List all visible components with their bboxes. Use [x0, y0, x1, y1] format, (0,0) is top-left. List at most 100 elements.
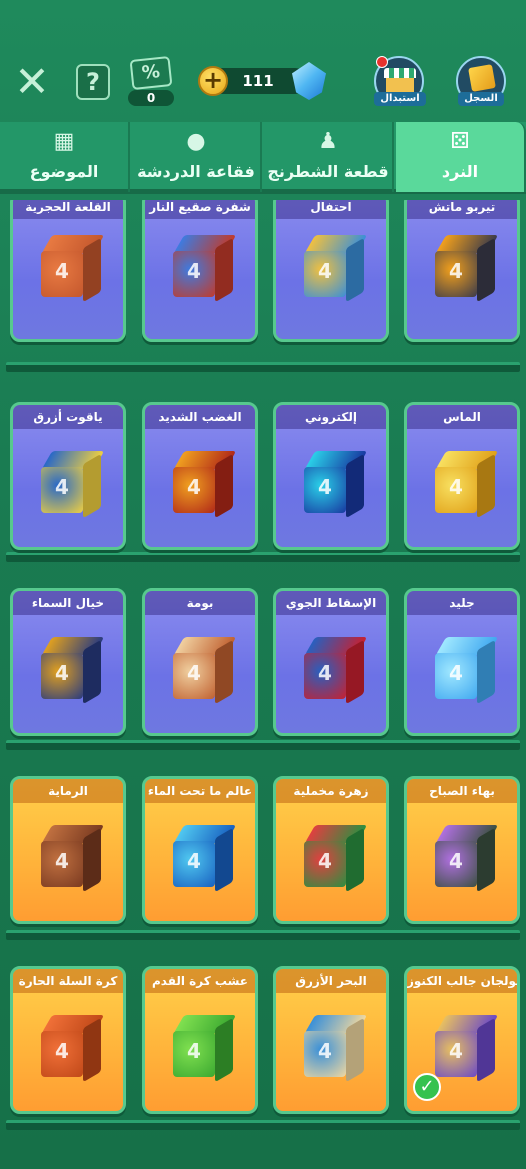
- dice-name: القلعة الحجرية: [13, 200, 123, 219]
- die-face-number: 4: [55, 849, 69, 873]
- tab-chess-piece[interactable]: ♟ قطعة الشطرنج: [264, 122, 394, 192]
- discount-ticket-button[interactable]: % 0: [128, 55, 174, 106]
- shelf: [6, 552, 520, 562]
- pawn-icon: ♟: [318, 129, 338, 154]
- dice-card[interactable]: الرماية 4: [10, 776, 126, 924]
- history-log-button[interactable]: السجل: [456, 56, 506, 106]
- dice-cube-icon: 4: [435, 235, 499, 303]
- top-bar: ✕ ? % 0 111 + استبدال السجل: [0, 0, 526, 118]
- selected-check-icon: ✓: [413, 1073, 441, 1101]
- dice-card[interactable]: بومة 4: [142, 588, 258, 736]
- dice-cube-icon: 4: [435, 1015, 499, 1083]
- dice-name: بهاء الصباح: [407, 779, 517, 803]
- dice-cube-icon: 4: [304, 637, 368, 705]
- die-face-number: 4: [55, 1039, 69, 1063]
- dice-card[interactable]: الماس 4: [404, 402, 520, 550]
- category-tabs: ▦ الموضوع ● فقاعة الدردشة ♟ قطعة الشطرنج…: [0, 122, 526, 194]
- dice-name: احتفال: [276, 200, 386, 219]
- dice-name: بومة: [145, 591, 255, 615]
- dice-cube-icon: 4: [173, 451, 237, 519]
- close-icon[interactable]: ✕: [12, 61, 52, 103]
- die-face-number: 4: [449, 475, 463, 499]
- add-currency-button[interactable]: +: [198, 66, 228, 96]
- dice-cube-icon: 4: [41, 235, 105, 303]
- log-book-icon: [468, 64, 496, 92]
- dice-cube-icon: 4: [41, 637, 105, 705]
- dice-card[interactable]: احتفال 4: [273, 200, 389, 342]
- chat-icon: ●: [186, 129, 206, 154]
- dice-name: زهرة مخملية: [276, 779, 386, 803]
- die-face-number: 4: [55, 661, 69, 685]
- dice-name: كرة السلة الحارة: [13, 969, 123, 993]
- dice-name: الإسقاط الجوي: [276, 591, 386, 615]
- dice-grid: القلعة الحجرية 4 شفرة صقيع النار 4 احتفال 4 تي…: [0, 200, 526, 1169]
- dice-card[interactable]: إلكتروني 4: [273, 402, 389, 550]
- dice-card[interactable]: زهرة مخملية 4: [273, 776, 389, 924]
- dice-cube-icon: 4: [304, 825, 368, 893]
- die-face-number: 4: [318, 475, 332, 499]
- dice-card[interactable]: بهاء الصباح 4: [404, 776, 520, 924]
- die-face-number: 4: [187, 849, 201, 873]
- dice-card[interactable]: جليد 4: [404, 588, 520, 736]
- dice-cube-icon: 4: [41, 1015, 105, 1083]
- gem-currency: 111 +: [198, 62, 326, 100]
- tab-label: الموضوع: [29, 162, 99, 181]
- tab-chat-bubble[interactable]: ● فقاعة الدردشة: [132, 122, 262, 192]
- die-face-number: 4: [55, 475, 69, 499]
- dice-name: البحر الأزرق: [276, 969, 386, 993]
- dice-name: الغضب الشديد: [145, 405, 255, 429]
- dice-cube-icon: 4: [41, 451, 105, 519]
- die-face-number: 4: [187, 475, 201, 499]
- dice-name: الماس: [407, 405, 517, 429]
- tab-label: فقاعة الدردشة: [137, 162, 255, 181]
- dice-cube-icon: 4: [41, 825, 105, 893]
- tab-label: النرد: [441, 162, 479, 181]
- help-button[interactable]: ?: [76, 64, 110, 100]
- dice-card[interactable]: ياقوت أزرق 4: [10, 402, 126, 550]
- exchange-label: استبدال: [374, 92, 426, 106]
- dice-name: عشب كرة القدم: [145, 969, 255, 993]
- die-face-number: 4: [55, 259, 69, 283]
- shop-stall-icon: [386, 78, 414, 92]
- dice-name: إلكتروني: [276, 405, 386, 429]
- dice-card[interactable]: الإسقاط الجوي 4: [273, 588, 389, 736]
- die-face-number: 4: [449, 849, 463, 873]
- die-face-number: 4: [318, 259, 332, 283]
- tab-theme[interactable]: ▦ الموضوع: [0, 122, 130, 192]
- dice-card[interactable]: كرة السلة الحارة 4: [10, 966, 126, 1114]
- dice-card[interactable]: خيال السماء 4: [10, 588, 126, 736]
- log-label: السجل: [458, 92, 504, 106]
- exchange-shop-button[interactable]: استبدال: [374, 56, 426, 106]
- dice-cube-icon: 4: [304, 235, 368, 303]
- die-face-number: 4: [187, 661, 201, 685]
- dice-card[interactable]: شفرة صقيع النار 4: [142, 200, 258, 342]
- die-face-number: 4: [449, 1039, 463, 1063]
- dice-name: شفرة صقيع النار: [145, 200, 255, 219]
- dice-card[interactable]: عشب كرة القدم 4: [142, 966, 258, 1114]
- grid-icon: ▦: [53, 129, 75, 154]
- die-face-number: 4: [449, 259, 463, 283]
- dice-card[interactable]: تيربو ماتش 4: [404, 200, 520, 342]
- tab-dice[interactable]: ⚄ النرد: [396, 122, 526, 192]
- dice-card[interactable]: الغضب الشديد 4: [142, 402, 258, 550]
- dice-cube-icon: 4: [304, 1015, 368, 1083]
- die-face-number: 4: [187, 1039, 201, 1063]
- dice-cube-icon: 4: [435, 637, 499, 705]
- dice-name: صولجان جالب الكنوز: [407, 969, 517, 993]
- dice-cube-icon: 4: [173, 235, 237, 303]
- percent-ticket-icon: %: [129, 55, 173, 91]
- dice-name: تيربو ماتش: [407, 200, 517, 219]
- shelf: [6, 362, 520, 372]
- dice-card[interactable]: القلعة الحجرية 4: [10, 200, 126, 342]
- dice-card[interactable]: عالم ما تحت الماء 4: [142, 776, 258, 924]
- shop-awning-icon: [384, 68, 416, 78]
- notification-dot: [376, 56, 388, 68]
- dice-card[interactable]: صولجان جالب الكنوز 4 ✓: [404, 966, 520, 1114]
- die-face-number: 4: [318, 1039, 332, 1063]
- tab-label: قطعة الشطرنج: [267, 162, 389, 181]
- die-face-number: 4: [318, 661, 332, 685]
- die-face-number: 4: [318, 849, 332, 873]
- dice-card[interactable]: البحر الأزرق 4: [273, 966, 389, 1114]
- discount-count: 0: [128, 90, 174, 106]
- dice-cube-icon: 4: [173, 1015, 237, 1083]
